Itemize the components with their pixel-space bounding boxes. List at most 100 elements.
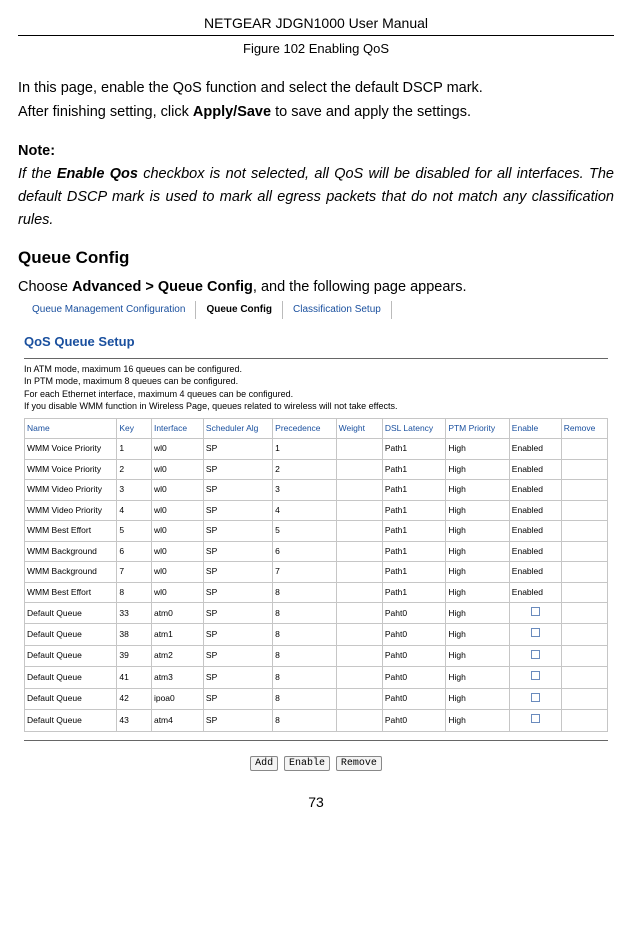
table-cell: Enabled	[509, 459, 561, 479]
tab-classification[interactable]: Classification Setup	[283, 301, 392, 319]
add-button[interactable]: Add	[250, 756, 278, 771]
table-cell: SP	[203, 624, 272, 645]
table-cell: High	[446, 710, 509, 731]
panel-note-line: If you disable WMM function in Wireless …	[24, 401, 398, 411]
table-cell: 1	[117, 439, 152, 459]
table-cell	[336, 521, 382, 541]
table-row: WMM Background7wl0SP7Path1HighEnabled	[25, 562, 608, 582]
button-row: Add Enable Remove	[18, 751, 614, 771]
table-cell: atm1	[151, 624, 203, 645]
table-cell	[561, 439, 607, 459]
table-cell: Paht0	[382, 667, 445, 688]
table-cell: 33	[117, 603, 152, 624]
table-cell: Path1	[382, 439, 445, 459]
enable-checkbox[interactable]	[531, 671, 540, 680]
tab-bar: Queue Management Configuration Queue Con…	[22, 301, 614, 319]
table-cell: Path1	[382, 500, 445, 520]
table-cell: Enabled	[509, 562, 561, 582]
table-cell	[561, 624, 607, 645]
enable-checkbox[interactable]	[531, 628, 540, 637]
enable-checkbox[interactable]	[531, 693, 540, 702]
table-cell	[336, 439, 382, 459]
tab-queue-config[interactable]: Queue Config	[196, 301, 283, 319]
enable-checkbox[interactable]	[531, 714, 540, 723]
table-row: WMM Best Effort8wl0SP8Path1HighEnabled	[25, 582, 608, 602]
table-cell: 7	[273, 562, 336, 582]
table-cell: Enabled	[509, 439, 561, 459]
table-cell: WMM Video Priority	[25, 500, 117, 520]
panel-rule-bottom	[24, 740, 608, 741]
table-cell	[561, 480, 607, 500]
table-cell: 7	[117, 562, 152, 582]
table-cell: High	[446, 439, 509, 459]
table-row: WMM Voice Priority2wl0SP2Path1HighEnable…	[25, 459, 608, 479]
panel-note-line: In ATM mode, maximum 16 queues can be co…	[24, 364, 242, 374]
section-intro-c: , and the following page appears.	[253, 279, 467, 295]
table-cell: SP	[203, 500, 272, 520]
table-cell: 3	[117, 480, 152, 500]
table-cell: wl0	[151, 541, 203, 561]
table-body: WMM Voice Priority1wl0SP1Path1HighEnable…	[25, 439, 608, 732]
table-cell	[509, 710, 561, 731]
table-row: WMM Voice Priority1wl0SP1Path1HighEnable…	[25, 439, 608, 459]
table-cell: 42	[117, 688, 152, 709]
enable-checkbox[interactable]	[531, 607, 540, 616]
table-cell: Path1	[382, 480, 445, 500]
table-cell	[561, 562, 607, 582]
table-cell	[336, 500, 382, 520]
table-cell: 1	[273, 439, 336, 459]
table-cell	[336, 624, 382, 645]
queue-table: NameKeyInterfaceScheduler AlgPrecedenceW…	[24, 418, 608, 732]
table-row: Default Queue42ipoa0SP8Paht0High	[25, 688, 608, 709]
table-header-cell: Enable	[509, 418, 561, 438]
table-row: Default Queue38atm1SP8Paht0High	[25, 624, 608, 645]
table-cell: 8	[273, 624, 336, 645]
table-cell: 8	[273, 603, 336, 624]
intro-line1: In this page, enable the QoS function an…	[18, 80, 483, 96]
table-cell: 4	[117, 500, 152, 520]
enable-qos-label: Enable Qos	[57, 166, 138, 182]
section-heading: Queue Config	[18, 247, 614, 270]
table-cell: Default Queue	[25, 710, 117, 731]
remove-button[interactable]: Remove	[336, 756, 382, 771]
table-cell: SP	[203, 645, 272, 666]
table-header-cell: Remove	[561, 418, 607, 438]
enable-checkbox[interactable]	[531, 650, 540, 659]
table-cell: Path1	[382, 521, 445, 541]
table-cell: 8	[273, 667, 336, 688]
table-cell	[561, 521, 607, 541]
table-cell: Enabled	[509, 480, 561, 500]
table-cell	[561, 582, 607, 602]
table-cell: High	[446, 688, 509, 709]
table-cell: 4	[273, 500, 336, 520]
table-cell: High	[446, 582, 509, 602]
tab-queue-mgmt[interactable]: Queue Management Configuration	[22, 301, 196, 319]
table-cell: Path1	[382, 562, 445, 582]
table-row: WMM Best Effort5wl0SP5Path1HighEnabled	[25, 521, 608, 541]
table-cell: Paht0	[382, 688, 445, 709]
table-cell	[336, 480, 382, 500]
note-body: If the Enable Qos checkbox is not select…	[18, 163, 614, 233]
table-cell: SP	[203, 667, 272, 688]
table-header-cell: DSL Latency	[382, 418, 445, 438]
table-cell: Enabled	[509, 521, 561, 541]
table-cell	[509, 603, 561, 624]
enable-button[interactable]: Enable	[284, 756, 330, 771]
table-row: Default Queue41atm3SP8Paht0High	[25, 667, 608, 688]
table-cell	[561, 710, 607, 731]
note-a: If the	[18, 166, 57, 182]
table-cell: SP	[203, 459, 272, 479]
table-cell: Default Queue	[25, 667, 117, 688]
table-cell: 8	[273, 582, 336, 602]
intro-paragraph: In this page, enable the QoS function an…	[18, 77, 614, 123]
table-cell: WMM Video Priority	[25, 480, 117, 500]
panel-note-line: In PTM mode, maximum 8 queues can be con…	[24, 376, 238, 386]
table-cell: Path1	[382, 459, 445, 479]
table-cell: 39	[117, 645, 152, 666]
intro-line2a: After finishing setting, click	[18, 104, 193, 120]
table-cell: High	[446, 624, 509, 645]
table-row: Default Queue39atm2SP8Paht0High	[25, 645, 608, 666]
table-cell: High	[446, 667, 509, 688]
table-cell	[336, 582, 382, 602]
table-cell: High	[446, 500, 509, 520]
